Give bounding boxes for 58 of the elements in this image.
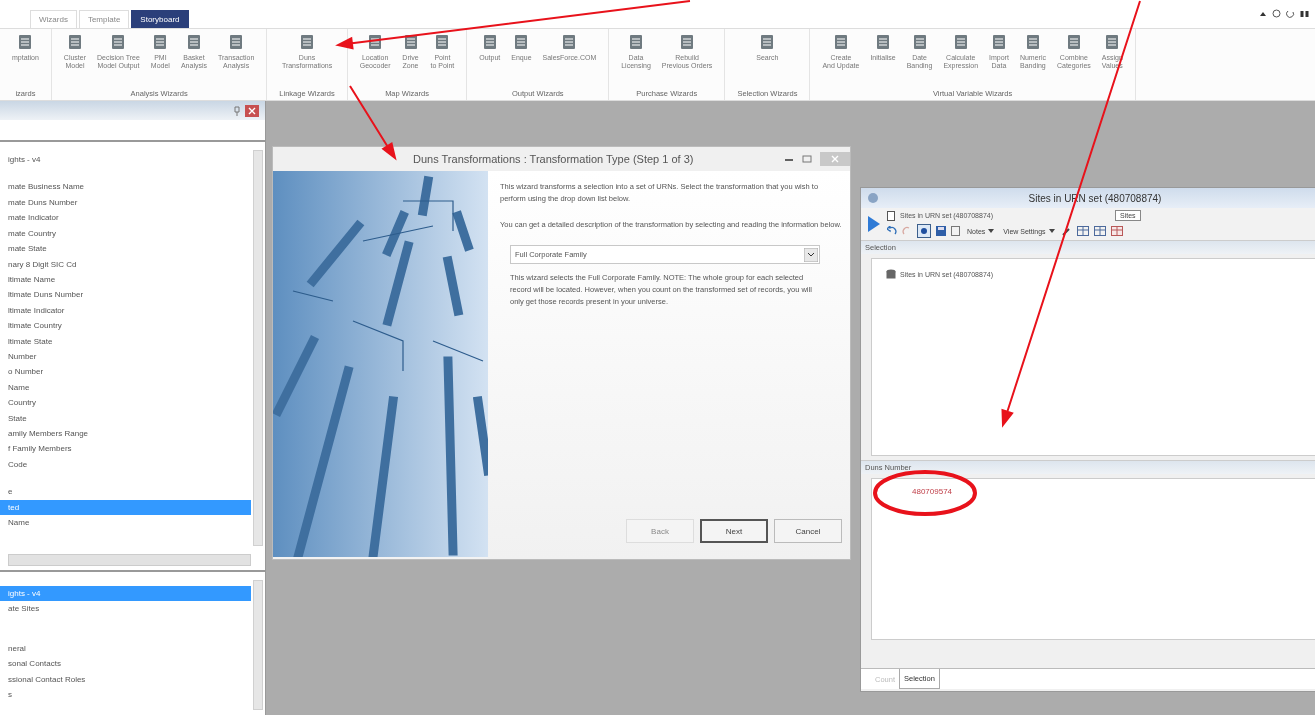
dialog-button[interactable]: Next: [700, 519, 768, 543]
maximize-icon[interactable]: [802, 155, 812, 163]
list-item[interactable]: s: [0, 687, 251, 703]
list-item[interactable]: neral: [0, 640, 251, 657]
list-item[interactable]: ssional Contact Roles: [0, 671, 251, 688]
help-icon[interactable]: [1272, 9, 1281, 18]
list-item[interactable]: mate Duns Number: [0, 194, 251, 211]
dropdown-arrow-icon[interactable]: [804, 247, 818, 262]
scrollbar[interactable]: [253, 580, 263, 710]
scrollbar[interactable]: [253, 150, 263, 547]
list-item[interactable]: ltimate Name: [0, 271, 251, 288]
app-icon: [867, 192, 879, 204]
close-icon[interactable]: [245, 104, 259, 117]
duns-number: 480709574: [912, 487, 953, 496]
list-item[interactable]: Country: [0, 395, 251, 411]
list-item[interactable]: amily Members Range: [0, 425, 251, 442]
list-item[interactable]: ltimate Country: [0, 318, 251, 334]
caret-down-icon: [988, 229, 995, 233]
document-icon: [887, 210, 895, 221]
list-item[interactable]: ltimate Indicator: [0, 302, 251, 319]
list-item[interactable]: ltimate State: [0, 333, 251, 349]
list-item[interactable]: mate State: [0, 241, 251, 257]
wizard-icon: [627, 33, 645, 51]
list-item[interactable]: ights - v4: [0, 152, 251, 168]
list-item[interactable]: nary 8 Digit SIC Cd: [0, 256, 251, 272]
ribbon-tab[interactable]: Template: [78, 10, 130, 28]
scrollbar[interactable]: [8, 554, 251, 566]
target-icon[interactable]: [917, 224, 931, 238]
list-item[interactable]: Code: [0, 456, 251, 473]
list-item[interactable]: sonal Contacts: [0, 656, 251, 672]
grid-icon[interactable]: [1076, 226, 1089, 236]
list-item[interactable]: Number: [0, 348, 251, 365]
list-item[interactable]: mate Country: [0, 225, 251, 242]
pin-icon[interactable]: [233, 105, 241, 116]
list-item[interactable]: e: [0, 484, 251, 500]
page-icon[interactable]: [951, 226, 960, 236]
grid-icon[interactable]: [1110, 226, 1123, 236]
grid-icon[interactable]: [1093, 226, 1106, 236]
refresh-icon[interactable]: [1286, 9, 1295, 18]
list-item[interactable]: State: [0, 410, 251, 426]
list-item[interactable]: ltimate Duns Number: [0, 287, 251, 303]
list-item[interactable]: f Family Members: [0, 441, 251, 457]
list-item[interactable]: mate Business Name: [0, 179, 251, 195]
ribbon-tab[interactable]: Wizards: [30, 10, 77, 28]
database-icon: [886, 269, 896, 280]
list-item[interactable]: o Number: [0, 364, 251, 380]
ribbon-tab[interactable]: Storyboard: [131, 10, 189, 28]
list-item[interactable]: ate Sites: [0, 601, 251, 617]
list-item[interactable]: Name: [0, 379, 251, 396]
dialog-title: Duns Transformations : Transformation Type (Step 1 of 3): [413, 153, 695, 165]
dialog-button[interactable]: Cancel: [774, 519, 842, 543]
undo-icon[interactable]: [887, 226, 897, 236]
caret-down-icon: [1048, 229, 1055, 233]
binoculars-icon[interactable]: [1300, 9, 1309, 18]
list-item[interactable]: Name: [0, 515, 251, 531]
save-icon[interactable]: [936, 226, 946, 236]
list-item[interactable]: mate Indicator: [0, 210, 251, 226]
play-icon[interactable]: [867, 215, 881, 233]
